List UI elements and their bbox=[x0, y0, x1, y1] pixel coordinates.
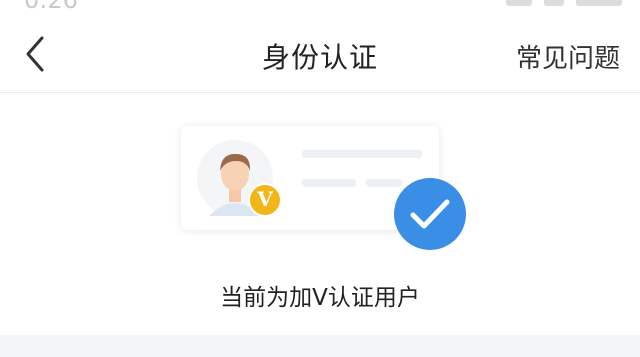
nav-bar: 身份认证 常见问题 bbox=[0, 14, 640, 93]
wifi-icon bbox=[544, 0, 564, 6]
section-divider bbox=[0, 335, 640, 357]
v-badge-letter: V bbox=[257, 187, 273, 211]
status-bar: 0:26 bbox=[0, 0, 640, 14]
signal-icon bbox=[506, 0, 532, 6]
identity-verification-screen: 0:26 身份认证 常见问题 V 当前为加V认证用户 bbox=[0, 0, 640, 357]
battery-icon bbox=[576, 0, 622, 6]
status-icons bbox=[506, 0, 622, 6]
faq-link[interactable]: 常见问题 bbox=[516, 38, 620, 75]
status-time: 0:26 bbox=[24, 0, 78, 14]
placeholder-line-1 bbox=[302, 150, 422, 158]
verification-status-text: 当前为加V认证用户 bbox=[220, 285, 420, 311]
placeholder-line-2 bbox=[302, 179, 356, 187]
check-circle-icon bbox=[394, 178, 466, 250]
